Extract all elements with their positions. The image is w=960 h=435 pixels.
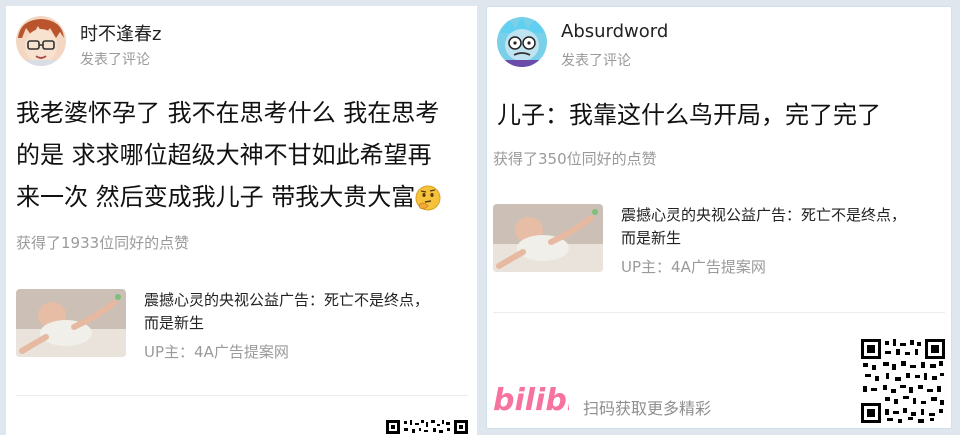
comment-text: 儿子：我靠这什么鸟开局，完了完了 (497, 94, 937, 136)
video-title[interactable]: 震撼心灵的央视公益广告：死亡不是终点， 而是新生 (144, 289, 454, 335)
divider (493, 312, 945, 313)
video-title[interactable]: 震撼心灵的央视公益广告：死亡不是终点， 而是新生 (621, 204, 931, 250)
author-name[interactable]: Absurdword (561, 21, 668, 42)
video-card[interactable]: 震撼心灵的央视公益广告：死亡不是终点， 而是新生 UP主：4A广告提案网 (493, 204, 943, 276)
thinking-emoji-icon (415, 182, 441, 224)
video-title-line: 而是新生 (621, 229, 682, 247)
video-title-line: 而是新生 (144, 314, 205, 332)
likes-count: 获得了350位同好的点赞 (493, 150, 657, 168)
comment-line: 来一次 然后变成我儿子 带我大贵大富 (16, 176, 466, 224)
author-name[interactable]: 时不逢春z (80, 20, 161, 46)
video-card[interactable]: 震撼心灵的央视公益广告：死亡不是终点， 而是新生 UP主：4A广告提案网 (16, 289, 466, 361)
action-label: 发表了评论 (561, 53, 631, 69)
bilibili-logo-icon: bilibili (493, 379, 598, 418)
video-uploader: UP主：4A广告提案网 (621, 258, 766, 276)
action-label: 发表了评论 (80, 52, 150, 68)
cartoon-avatar-icon[interactable] (497, 17, 547, 67)
comment-line: 我老婆怀孕了 我不在思考什么 我在思考 (16, 99, 440, 127)
video-uploader: UP主：4A广告提案网 (144, 343, 289, 361)
comment-share-card-left: 时不逢春z 发表了评论 我老婆怀孕了 我不在思考什么 我在思考 的是 求求哪位超… (6, 6, 478, 435)
divider (16, 395, 468, 396)
video-thumbnail[interactable] (16, 289, 126, 357)
comment-line: 儿子：我靠这什么鸟开局，完了完了 (497, 101, 881, 129)
video-title-line: 震撼心灵的央视公益广告：死亡不是终点， (144, 291, 430, 309)
comment-share-card-right: Absurdword 发表了评论 儿子：我靠这什么鸟开局，完了完了 获得了350… (486, 6, 952, 429)
qr-code-icon (386, 420, 468, 435)
video-thumbnail[interactable] (493, 204, 603, 272)
video-title-line: 震撼心灵的央视公益广告：死亡不是终点， (621, 206, 907, 224)
qr-code-icon (861, 339, 945, 423)
likes-count: 获得了1933位同好的点赞 (16, 234, 190, 252)
svg-text:bilibili: bilibili (493, 383, 569, 417)
comment-line-text: 来一次 然后变成我儿子 带我大贵大富 (16, 183, 416, 211)
comment-text: 我老婆怀孕了 我不在思考什么 我在思考 的是 求求哪位超级大神不甘如此希望再 来… (16, 92, 466, 224)
anime-avatar-icon[interactable] (16, 16, 66, 66)
scan-prompt: 扫码获取更多精彩 (583, 399, 712, 418)
comment-line: 的是 求求哪位超级大神不甘如此希望再 (16, 141, 432, 169)
